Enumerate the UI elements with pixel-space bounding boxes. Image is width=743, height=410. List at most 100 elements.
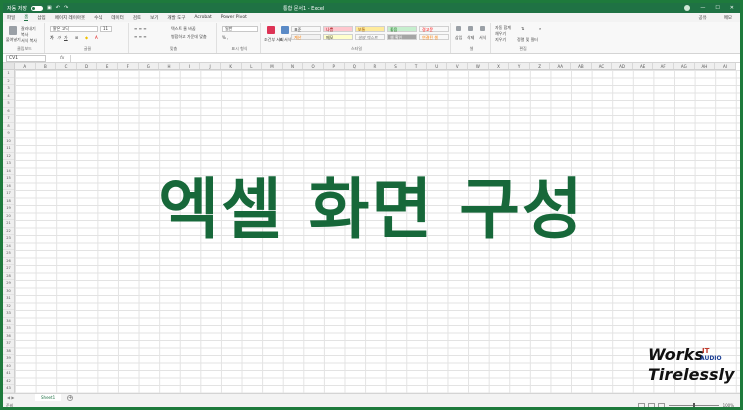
style-cell-calculation[interactable]: 계산 — [291, 34, 321, 40]
bold-icon[interactable]: 가 — [50, 35, 54, 41]
row-header[interactable]: 41 — [3, 370, 14, 378]
zoom-slider[interactable] — [668, 403, 719, 407]
conditional-format-icon[interactable] — [267, 26, 275, 34]
tab-review[interactable]: 검토 — [133, 15, 141, 21]
paste-icon[interactable] — [9, 26, 17, 35]
column-header[interactable]: L — [242, 63, 263, 69]
row-header[interactable]: 35 — [3, 325, 14, 333]
comments-button[interactable]: 메모 — [724, 15, 740, 21]
row-header[interactable]: 32 — [3, 303, 14, 310]
column-header[interactable]: G — [139, 63, 160, 69]
row-header[interactable]: 34 — [3, 318, 14, 325]
row-header[interactable]: 37 — [3, 340, 14, 348]
column-header[interactable]: AC — [592, 63, 613, 69]
column-header[interactable]: Z — [530, 63, 551, 69]
delete-cells-button[interactable]: 삭제 — [467, 35, 474, 41]
row-header[interactable]: 39 — [3, 355, 14, 363]
page-layout-view-button[interactable] — [647, 403, 655, 407]
tab-insert[interactable]: 삽입 — [37, 15, 45, 21]
format-painter-button[interactable]: 서식 복사 — [21, 38, 37, 44]
style-cell-check[interactable]: 셀 확인 — [387, 34, 417, 40]
column-header[interactable]: M — [262, 63, 283, 69]
row-header[interactable]: 10 — [3, 138, 14, 145]
row-header[interactable]: 2 — [3, 78, 14, 85]
column-header[interactable]: AA — [550, 63, 572, 69]
column-header[interactable]: T — [406, 63, 427, 69]
row-header[interactable]: 5 — [3, 100, 14, 108]
tab-formulas[interactable]: 수식 — [94, 15, 102, 21]
column-header[interactable]: AI — [715, 63, 736, 69]
tab-power-pivot[interactable]: Power Pivot — [221, 15, 247, 20]
row-header[interactable]: 1 — [3, 70, 14, 78]
column-header[interactable]: AD — [612, 63, 633, 69]
column-header[interactable]: W — [468, 63, 489, 69]
italic-icon[interactable]: 가 — [57, 35, 61, 41]
row-header[interactable]: 40 — [3, 363, 14, 370]
style-cell-linked[interactable]: 연결된 셀 — [419, 34, 449, 40]
page-break-view-button[interactable] — [657, 403, 665, 407]
sort-filter-icon[interactable]: ⇅ — [521, 26, 524, 31]
fill-color-icon[interactable]: ◆ — [85, 35, 88, 40]
format-table-button[interactable]: 표 서식 — [279, 37, 291, 43]
wrap-text-button[interactable]: 텍스트 줄 바꿈 — [171, 26, 196, 32]
row-header[interactable]: 38 — [3, 348, 14, 355]
column-header[interactable]: AH — [695, 63, 716, 69]
column-header[interactable]: P — [324, 63, 345, 69]
normal-view-button[interactable] — [637, 403, 645, 407]
font-color-icon[interactable]: A — [95, 35, 98, 40]
style-cell-note[interactable]: 메모 — [323, 34, 353, 40]
row-header[interactable]: 43 — [3, 385, 14, 393]
row-header[interactable]: 9 — [3, 130, 14, 138]
font-size-select[interactable]: 11 — [100, 26, 112, 32]
column-header[interactable]: N — [283, 63, 304, 69]
undo-icon[interactable]: ↶ — [56, 5, 60, 11]
tab-developer[interactable]: 개발 도구 — [167, 15, 185, 21]
avatar[interactable] — [684, 5, 691, 11]
delete-cells-icon[interactable] — [468, 26, 473, 31]
row-header[interactable]: 29 — [3, 280, 14, 288]
column-header[interactable]: U — [427, 63, 448, 69]
column-header[interactable]: Y — [509, 63, 530, 69]
maximize-icon[interactable]: ☐ — [715, 5, 719, 11]
column-header[interactable]: AE — [633, 63, 654, 69]
column-header[interactable]: K — [221, 63, 242, 69]
row-header[interactable]: 28 — [3, 273, 14, 280]
insert-cells-button[interactable]: 삽입 — [455, 35, 462, 41]
column-header[interactable]: D — [77, 63, 98, 69]
sheet-nav-arrows[interactable]: ◀ ▶ — [3, 395, 27, 400]
row-header[interactable]: 30 — [3, 288, 14, 295]
style-cell-explanatory[interactable]: 설명 텍스트 — [355, 34, 385, 40]
fx-icon[interactable]: fx — [60, 56, 64, 61]
column-header[interactable]: C — [56, 63, 77, 69]
column-header[interactable]: AF — [653, 63, 674, 69]
autosave-toggle[interactable] — [31, 5, 43, 11]
number-format-select[interactable]: 일반 — [222, 26, 258, 32]
column-header[interactable]: X — [489, 63, 510, 69]
style-cell-good[interactable]: 좋음 — [387, 26, 417, 32]
style-cell-normal[interactable]: 표준 — [291, 26, 321, 32]
row-header[interactable]: 27 — [3, 265, 14, 273]
column-header[interactable]: O — [303, 63, 324, 69]
column-header[interactable]: I — [180, 63, 201, 69]
row-header[interactable]: 6 — [3, 108, 14, 115]
style-cell-bad[interactable]: 나쁨 — [323, 26, 353, 32]
style-cell-warning[interactable]: 경고문 — [419, 26, 449, 32]
column-header[interactable]: J — [200, 63, 221, 69]
format-cells-icon[interactable] — [480, 26, 485, 31]
row-header[interactable]: 11 — [3, 145, 14, 153]
find-select-icon[interactable]: ⌕ — [539, 26, 541, 31]
row-header[interactable]: 4 — [3, 93, 14, 100]
redo-icon[interactable]: ↷ — [64, 5, 68, 11]
column-header[interactable]: S — [386, 63, 407, 69]
column-header[interactable]: A — [15, 63, 36, 69]
tab-home[interactable]: 홈 — [24, 14, 29, 21]
column-header[interactable]: B — [36, 63, 57, 69]
sort-filter-button[interactable]: 정렬 및 필터 — [517, 37, 538, 43]
row-header[interactable]: 3 — [3, 85, 14, 93]
tab-acrobat[interactable]: Acrobat — [194, 15, 211, 20]
select-all-corner[interactable] — [3, 63, 15, 70]
row-header[interactable]: 36 — [3, 333, 14, 340]
style-cell-neutral[interactable]: 보통 — [355, 26, 385, 32]
percent-icon[interactable]: % , — [222, 35, 228, 40]
add-sheet-button[interactable]: + — [67, 394, 74, 401]
